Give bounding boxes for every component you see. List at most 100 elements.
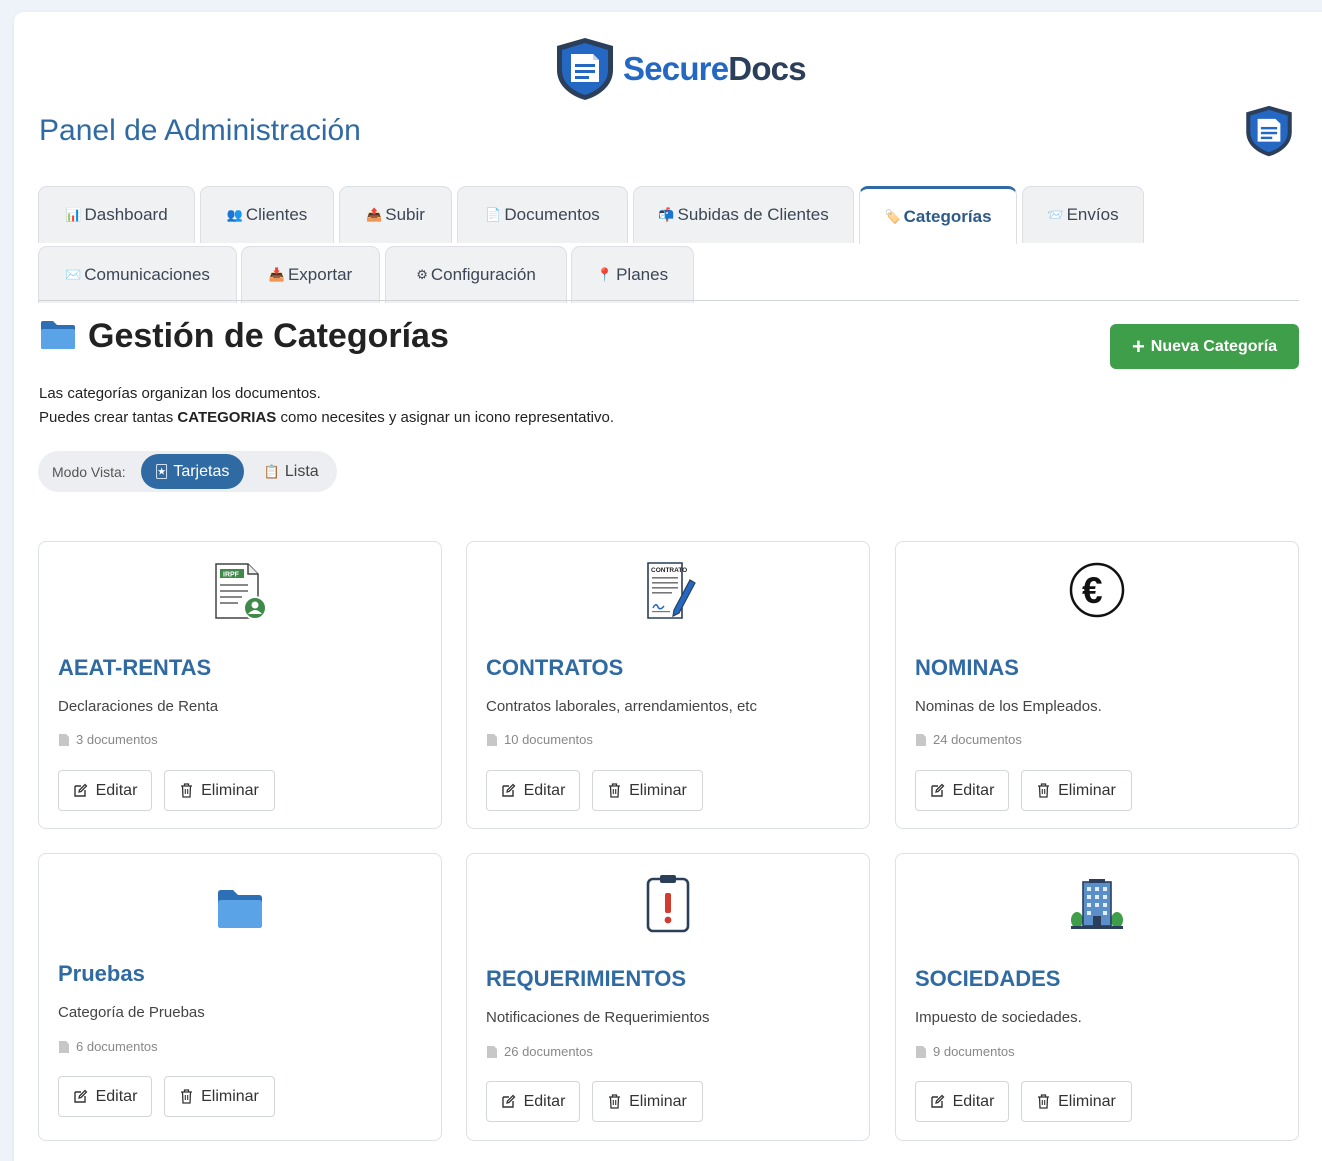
category-card: REQUERIMIENTOS Notificaciones de Requeri…	[466, 853, 870, 1141]
category-name: AEAT-RENTAS	[58, 655, 212, 680]
tab-categorias[interactable]: 🏷️ Categorías	[859, 186, 1017, 244]
irpf-document-icon: IRPF	[215, 563, 267, 620]
category-name: NOMINAS	[915, 655, 1019, 680]
category-card: € NOMINAS Nominas de los Empleados. 24 d…	[895, 541, 1299, 829]
category-card: IRPF AEAT-RENTAS Declaraciones de Renta …	[38, 541, 442, 829]
euro-icon: €	[1069, 562, 1125, 618]
category-count: 9 documentos	[915, 1044, 1015, 1059]
document-icon	[59, 733, 69, 746]
upload-icon: 📤	[366, 207, 383, 222]
brand-logo: SecureDocs	[553, 36, 807, 102]
svg-text:€: €	[1082, 570, 1103, 611]
tab-clientes[interactable]: 👥 Clientes	[200, 186, 334, 243]
svg-text:CONTRATO: CONTRATO	[651, 567, 687, 574]
trash-icon	[609, 783, 621, 798]
inbox-tray-icon: 📥	[268, 267, 285, 282]
category-count: 10 documentos	[486, 732, 593, 747]
trash-icon	[1038, 783, 1050, 798]
category-description: Notificaciones de Requerimientos	[486, 1009, 710, 1026]
category-name: SOCIEDADES	[915, 966, 1061, 991]
trash-icon	[181, 783, 193, 798]
view-cards-button[interactable]: 🃏 Tarjetas	[140, 454, 244, 489]
tab-exportar[interactable]: 📥 Exportar	[241, 246, 380, 303]
category-description: Contratos laborales, arrendamientos, etc	[486, 698, 757, 715]
corner-logo	[1243, 104, 1295, 163]
delete-button[interactable]: Eliminar	[592, 770, 703, 811]
tab-configuracion[interactable]: ⚙ Configuración	[385, 246, 567, 303]
category-card: SOCIEDADES Impuesto de sociedades. 9 doc…	[895, 853, 1299, 1141]
document-icon	[916, 733, 926, 746]
folder-icon	[218, 890, 262, 928]
intro-text: Las categorías organizan los documentos.…	[39, 385, 615, 426]
category-name: Pruebas	[58, 961, 145, 986]
bar-chart-icon: 📊	[65, 207, 82, 222]
category-description: Declaraciones de Renta	[58, 698, 219, 715]
tab-envios[interactable]: 📨 Envíos	[1022, 186, 1144, 243]
section-title: Gestión de Categorías	[88, 317, 449, 355]
category-count: 26 documentos	[486, 1044, 593, 1059]
category-description: Nominas de los Empleados.	[915, 698, 1102, 715]
edit-icon	[501, 783, 516, 797]
shield-document-icon	[1246, 105, 1292, 157]
edit-icon	[73, 1089, 88, 1103]
tab-planes[interactable]: 📍 Planes	[571, 246, 694, 303]
tab-dashboard[interactable]: 📊 Dashboard	[38, 186, 195, 243]
contract-icon: CONTRATO	[647, 562, 696, 619]
category-description: Impuesto de sociedades.	[915, 1009, 1082, 1026]
category-description: Categoría de Pruebas	[58, 1004, 205, 1021]
brand-name: SecureDocs	[623, 50, 807, 87]
page-title: Panel de Administración	[39, 114, 361, 147]
category-card: CONTRATO CONTRATOS Contratos laborales, …	[466, 541, 870, 829]
delete-button[interactable]: Eliminar	[164, 1076, 275, 1117]
trash-icon	[1038, 1094, 1050, 1109]
edit-icon	[930, 783, 945, 797]
clipboard-alert-icon	[646, 875, 690, 933]
category-count: 24 documentos	[915, 732, 1022, 747]
edit-icon	[501, 1094, 516, 1108]
delete-button[interactable]: Eliminar	[164, 770, 275, 811]
edit-button[interactable]: Editar	[58, 770, 152, 811]
edit-button[interactable]: Editar	[486, 1081, 580, 1122]
section-folder-icon	[40, 320, 76, 355]
tab-comunicaciones[interactable]: ✉️ Comunicaciones	[38, 246, 237, 303]
document-icon	[487, 733, 497, 746]
category-name: REQUERIMIENTOS	[486, 966, 687, 991]
gear-icon: ⚙	[416, 267, 428, 282]
tab-subidas-clientes[interactable]: 📬 Subidas de Clientes	[633, 186, 854, 243]
clipboard-list-icon: 📋	[263, 463, 280, 479]
users-icon: 👥	[226, 207, 243, 222]
trash-icon	[609, 1094, 621, 1109]
category-card: Pruebas Categoría de Pruebas 6 documento…	[38, 853, 442, 1141]
pin-icon: 📍	[596, 267, 614, 282]
delete-button[interactable]: Eliminar	[1021, 770, 1132, 811]
category-count: 3 documentos	[58, 732, 158, 747]
card-index-icon: 🃏	[155, 463, 169, 479]
tag-icon: 🏷️	[884, 208, 901, 224]
envelope-arrow-icon: 📨	[1047, 207, 1064, 222]
svg-text:IRPF: IRPF	[223, 572, 240, 579]
tab-subir[interactable]: 📤 Subir	[339, 186, 452, 243]
mailbox-icon: 📬	[658, 207, 675, 222]
view-list-button[interactable]: 📋 Lista	[250, 454, 333, 489]
edit-button[interactable]: Editar	[486, 770, 580, 811]
category-name: CONTRATOS	[486, 655, 624, 680]
delete-button[interactable]: Eliminar	[1021, 1081, 1132, 1122]
document-icon	[916, 1045, 926, 1058]
view-mode-label: Modo Vista:	[52, 463, 126, 480]
edit-button[interactable]: Editar	[915, 770, 1009, 811]
document-icon: 📄	[485, 207, 502, 222]
edit-button[interactable]: Editar	[915, 1081, 1009, 1122]
tab-documentos[interactable]: 📄 Documentos	[457, 186, 628, 243]
document-icon	[59, 1040, 69, 1053]
delete-button[interactable]: Eliminar	[592, 1081, 703, 1122]
edit-button[interactable]: Editar	[58, 1076, 152, 1117]
edit-icon	[73, 783, 88, 797]
edit-icon	[930, 1094, 945, 1108]
category-count: 6 documentos	[58, 1039, 158, 1054]
tab-divider	[38, 300, 1299, 301]
new-category-button[interactable]: + Nueva Categoría	[1110, 324, 1299, 369]
document-icon	[487, 1045, 497, 1058]
envelope-icon: ✉️	[65, 267, 82, 282]
plus-icon: +	[1131, 333, 1145, 359]
office-building-icon	[1071, 879, 1123, 929]
